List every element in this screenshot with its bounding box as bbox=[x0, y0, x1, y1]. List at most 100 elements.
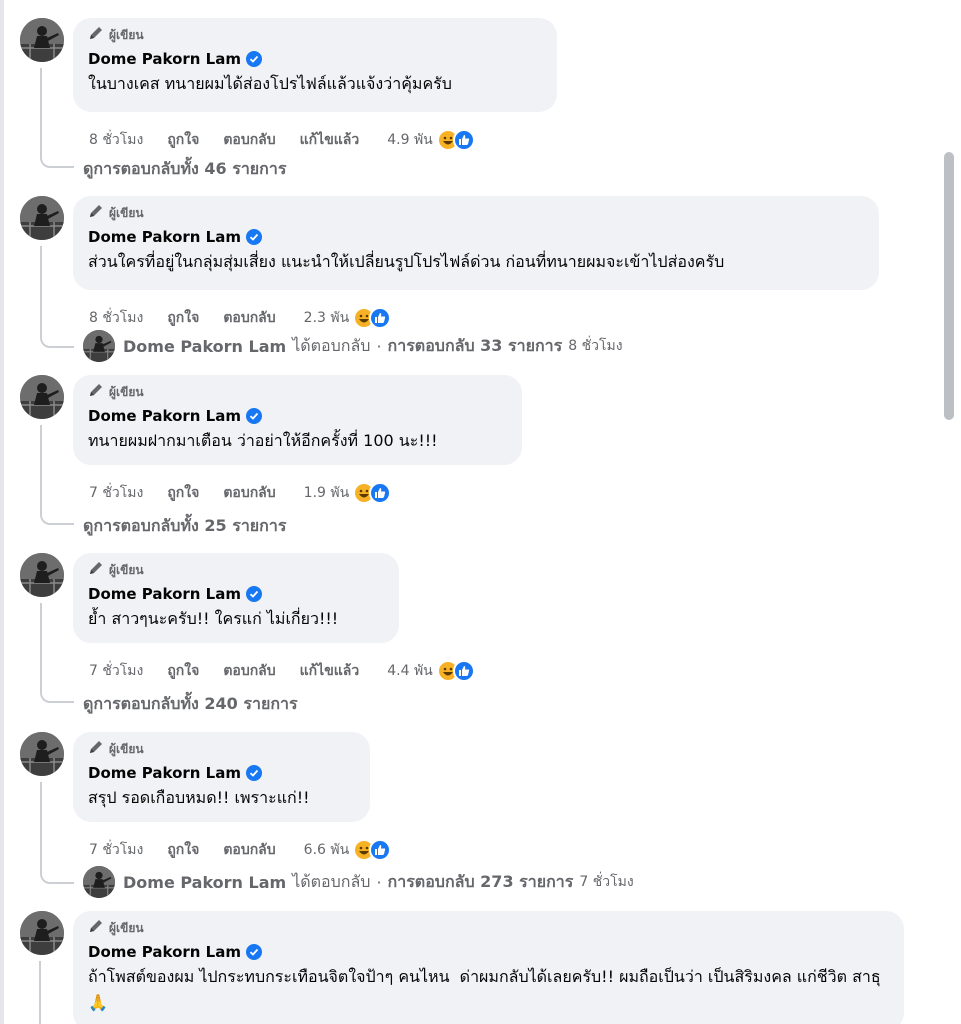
thread-line bbox=[39, 961, 41, 1024]
author-replied-link[interactable]: Dome Pakorn Lam ได้ตอบกลับ · การตอบกลับ 33 … bbox=[83, 330, 623, 362]
like-reaction-icon bbox=[369, 307, 392, 329]
reply-count: การตอบกลับ 273 รายการ bbox=[387, 871, 574, 891]
pencil-icon bbox=[88, 382, 104, 402]
edited-label[interactable]: แก้ไขแล้ว bbox=[300, 129, 360, 151]
comment-actions: 7 ชั่วโมง ถูกใจ ตอบกลับ 6.6 พัน bbox=[89, 838, 392, 862]
thread-connector bbox=[40, 246, 74, 348]
author-badge: ผู้เขียน bbox=[88, 383, 508, 401]
avatar[interactable] bbox=[20, 553, 64, 597]
reaction-count[interactable]: 4.4 พัน bbox=[387, 660, 433, 682]
like-button[interactable]: ถูกใจ bbox=[167, 482, 199, 504]
comment-text: ถ้าโพสต์ของผม ไปกระทบกระเทือนจิตใจป้าๆ ค… bbox=[88, 967, 881, 1012]
author-row: Dome Pakorn Lam bbox=[88, 584, 385, 604]
like-button[interactable]: ถูกใจ bbox=[167, 307, 199, 329]
comment-actions: 8 ชั่วโมง ถูกใจ ตอบกลับ แก้ไขแล้ว 4.9 พัน bbox=[89, 128, 475, 152]
comment-bubble: ผู้เขียน Dome Pakorn Lam ส่วนใครที่อยู่ในก… bbox=[73, 196, 879, 290]
comment-actions: 7 ชั่วโมง ถูกใจ ตอบกลับ แก้ไขแล้ว 4.4 พัน bbox=[89, 659, 475, 683]
like-reaction-icon bbox=[452, 660, 475, 682]
reaction-count[interactable]: 6.6 พัน bbox=[304, 839, 350, 861]
verified-check-icon bbox=[245, 944, 262, 960]
view-replies-label: ดูการตอบกลับทั้ง 46 รายการ bbox=[83, 159, 287, 178]
author-name[interactable]: Dome Pakorn Lam bbox=[88, 943, 241, 961]
reply-author-name: Dome Pakorn Lam bbox=[123, 336, 287, 356]
view-replies-link[interactable]: ดูการตอบกลับทั้ง 25 รายการ bbox=[83, 514, 286, 539]
separator-dot: · bbox=[376, 336, 382, 356]
comment-bubble: ผู้เขียน Dome Pakorn Lam ทนายผมฝากมาเตือน … bbox=[73, 375, 522, 465]
reaction-icons[interactable] bbox=[353, 839, 392, 861]
avatar[interactable] bbox=[20, 911, 64, 955]
comment-actions: 8 ชั่วโมง ถูกใจ ตอบกลับ 2.3 พัน bbox=[89, 306, 392, 330]
separator-dot: · bbox=[376, 872, 382, 892]
author-name[interactable]: Dome Pakorn Lam bbox=[88, 50, 241, 68]
pencil-icon bbox=[88, 739, 104, 759]
reaction-count[interactable]: 2.3 พัน bbox=[304, 307, 350, 329]
like-reaction-icon bbox=[369, 482, 392, 504]
thread-connector bbox=[40, 68, 74, 168]
author-replied-link[interactable]: Dome Pakorn Lam ได้ตอบกลับ · การตอบกลับ 273… bbox=[83, 866, 634, 898]
reply-button[interactable]: ตอบกลับ bbox=[223, 839, 275, 861]
scrollbar-thumb[interactable] bbox=[944, 152, 954, 420]
reply-button[interactable]: ตอบกลับ bbox=[223, 129, 275, 151]
reply-time: 8 ชั่วโมง bbox=[568, 338, 623, 354]
reaction-icons[interactable] bbox=[353, 482, 392, 504]
reaction-count[interactable]: 1.9 พัน bbox=[304, 482, 350, 504]
reply-button[interactable]: ตอบกลับ bbox=[223, 660, 275, 682]
reaction-icons[interactable] bbox=[436, 129, 475, 151]
left-page-edge bbox=[0, 0, 4, 1024]
comment-actions: 7 ชั่วโมง ถูกใจ ตอบกลับ 1.9 พัน bbox=[89, 481, 392, 505]
reply-avatar bbox=[83, 866, 115, 898]
reaction-icons[interactable] bbox=[436, 660, 475, 682]
view-replies-link[interactable]: ดูการตอบกลับทั้ง 240 รายการ bbox=[83, 692, 298, 717]
pencil-icon bbox=[88, 25, 104, 45]
reply-button[interactable]: ตอบกลับ bbox=[223, 307, 275, 329]
avatar[interactable] bbox=[20, 196, 64, 240]
reaction-count[interactable]: 4.9 พัน bbox=[387, 129, 433, 151]
author-badge: ผู้เขียน bbox=[88, 919, 890, 937]
pencil-icon bbox=[88, 918, 104, 938]
like-button[interactable]: ถูกใจ bbox=[167, 839, 199, 861]
author-badge: ผู้เขียน bbox=[88, 561, 385, 579]
comment-time[interactable]: 8 ชั่วโมง bbox=[89, 129, 143, 151]
reaction-icons[interactable] bbox=[353, 307, 392, 329]
avatar[interactable] bbox=[20, 18, 64, 62]
comment-text: สรุป รอดเกือบหมด!! เพราะแก่!! bbox=[88, 788, 310, 807]
author-badge: ผู้เขียน bbox=[88, 740, 356, 758]
comment-time[interactable]: 7 ชั่วโมง bbox=[89, 660, 143, 682]
view-replies-link[interactable]: ดูการตอบกลับทั้ง 46 รายการ bbox=[83, 157, 286, 182]
reply-time: 7 ชั่วโมง bbox=[579, 874, 634, 890]
avatar[interactable] bbox=[20, 732, 64, 776]
author-badge-label: ผู้เขียน bbox=[109, 27, 144, 42]
comment-bubble: ผู้เขียน Dome Pakorn Lam ในบางเคส ทนายผมได… bbox=[73, 18, 557, 112]
author-name[interactable]: Dome Pakorn Lam bbox=[88, 228, 241, 246]
comment-time[interactable]: 7 ชั่วโมง bbox=[89, 482, 143, 504]
author-badge-label: ผู้เขียน bbox=[109, 562, 144, 577]
author-row: Dome Pakorn Lam bbox=[88, 942, 890, 962]
comment-bubble: ผู้เขียน Dome Pakorn Lam สรุป รอดเกือบหมด!… bbox=[73, 732, 370, 822]
like-reaction-icon bbox=[452, 129, 475, 151]
author-badge: ผู้เขียน bbox=[88, 204, 865, 222]
verified-check-icon bbox=[245, 765, 262, 781]
verified-check-icon bbox=[245, 229, 262, 245]
comment-text: ย้ำ สาวๆนะครับ!! ใครแก่ ไม่เกี่ยว!!! bbox=[88, 609, 339, 628]
like-button[interactable]: ถูกใจ bbox=[167, 129, 199, 151]
author-badge-label: ผู้เขียน bbox=[109, 384, 144, 399]
reply-button[interactable]: ตอบกลับ bbox=[223, 482, 275, 504]
like-reaction-icon bbox=[369, 839, 392, 861]
author-name[interactable]: Dome Pakorn Lam bbox=[88, 407, 241, 425]
author-badge-label: ผู้เขียน bbox=[109, 205, 144, 220]
author-badge: ผู้เขียน bbox=[88, 26, 543, 44]
avatar[interactable] bbox=[20, 375, 64, 419]
author-name[interactable]: Dome Pakorn Lam bbox=[88, 585, 241, 603]
comment-text: ในบางเคส ทนายผมได้ส่องโปรไฟล์แล้วแจ้งว่า… bbox=[88, 74, 452, 93]
author-row: Dome Pakorn Lam bbox=[88, 406, 508, 426]
edited-label[interactable]: แก้ไขแล้ว bbox=[300, 660, 360, 682]
thread-connector bbox=[40, 782, 74, 884]
like-button[interactable]: ถูกใจ bbox=[167, 660, 199, 682]
author-row: Dome Pakorn Lam bbox=[88, 763, 356, 783]
comment-time[interactable]: 7 ชั่วโมง bbox=[89, 839, 143, 861]
author-name[interactable]: Dome Pakorn Lam bbox=[88, 764, 241, 782]
verified-check-icon bbox=[245, 51, 262, 67]
verified-check-icon bbox=[245, 408, 262, 424]
author-row: Dome Pakorn Lam bbox=[88, 49, 543, 69]
comment-time[interactable]: 8 ชั่วโมง bbox=[89, 307, 143, 329]
